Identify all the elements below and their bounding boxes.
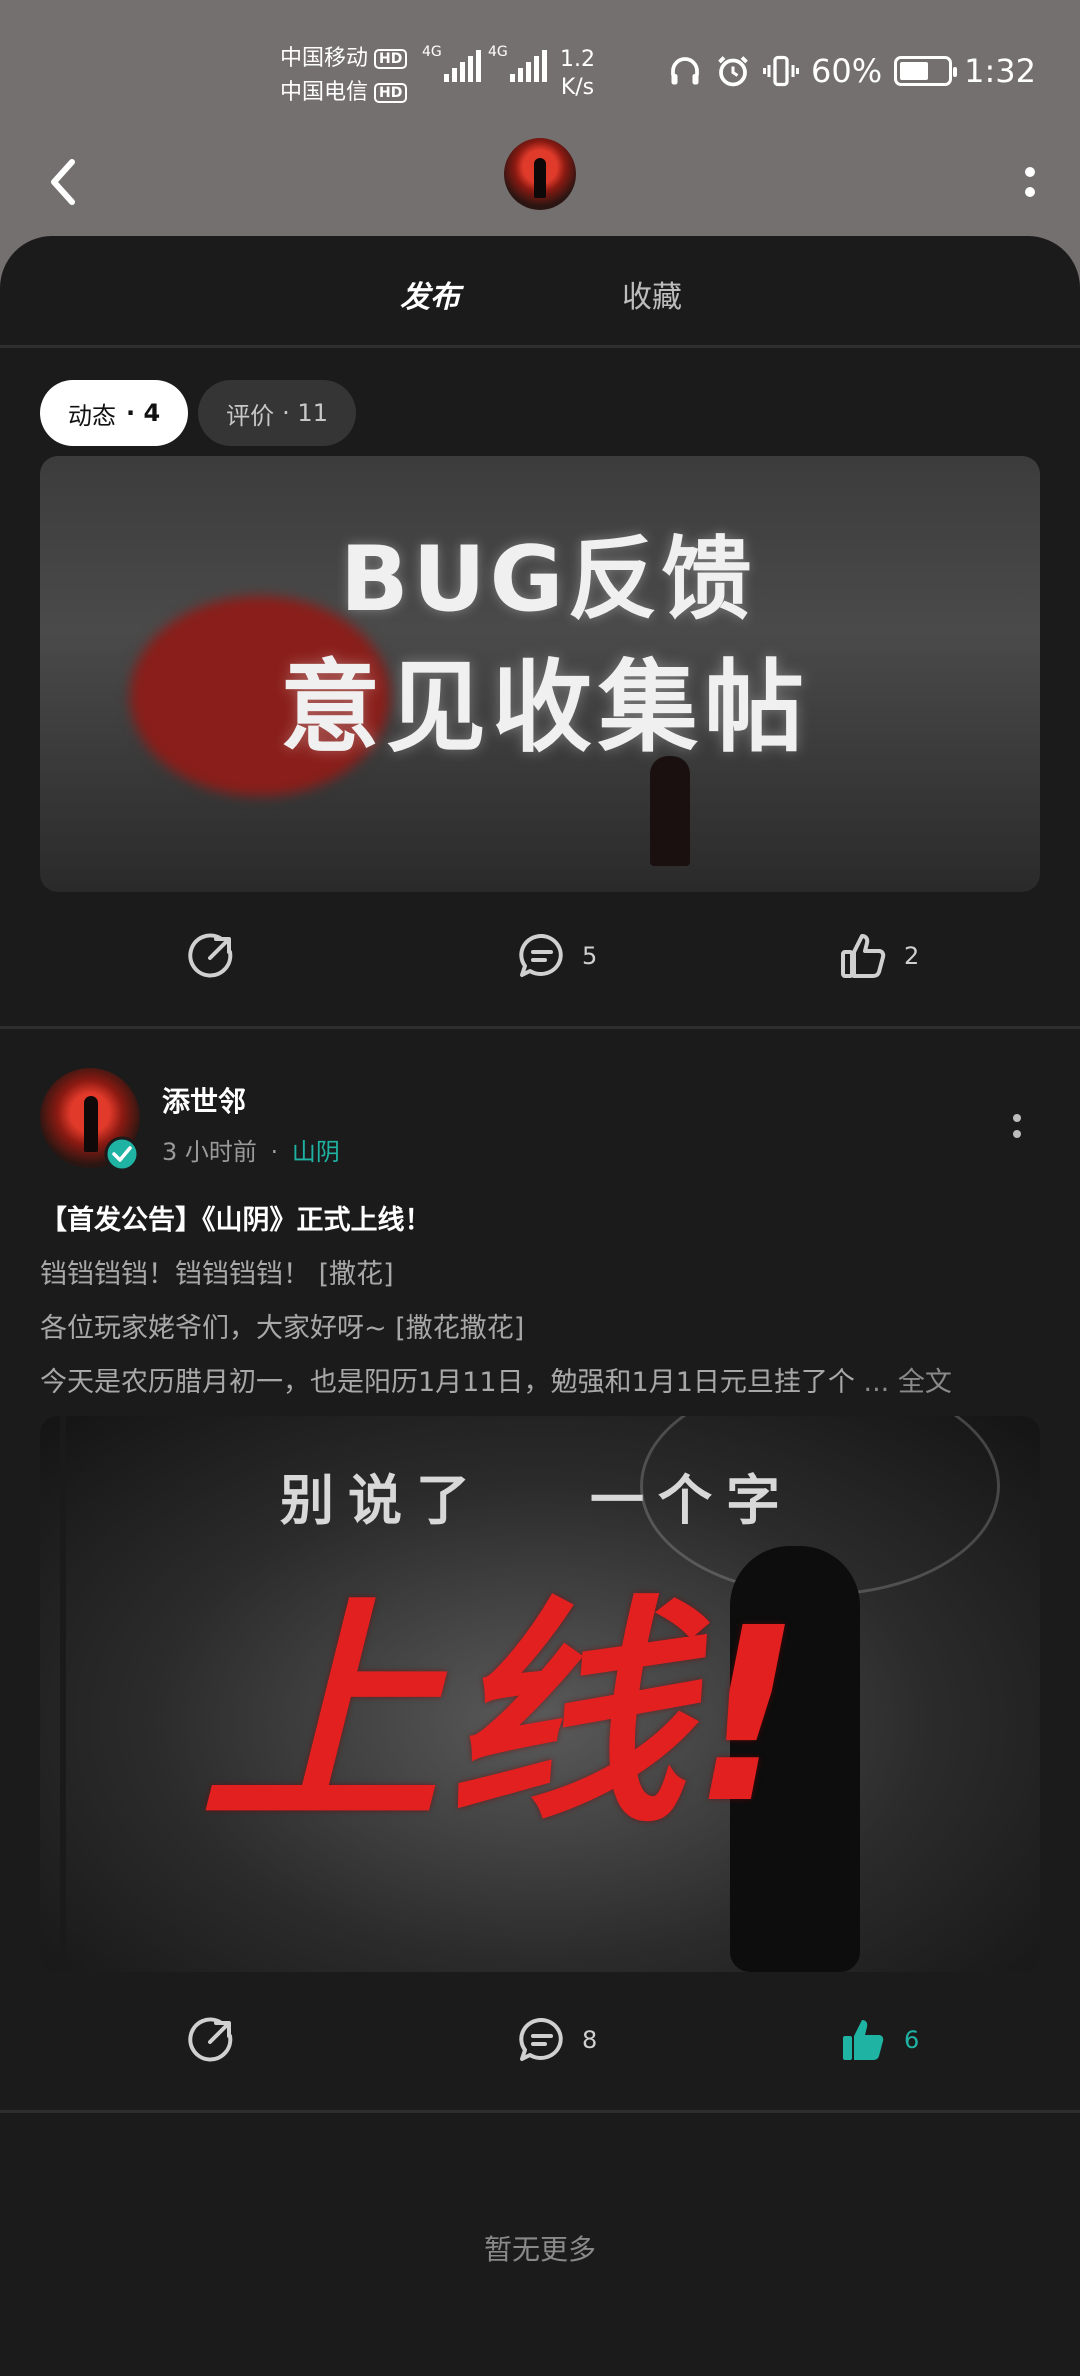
chip-review[interactable]: 评价 · 11 [198, 380, 356, 446]
post-title[interactable]: 【首发公告】《山阴》正式上线！ [40, 1198, 432, 1237]
network-label: 4G [422, 44, 442, 60]
banner-text-a: 别说了 [280, 1469, 484, 1532]
thumbs-up-filled-icon [843, 2020, 884, 2060]
verified-icon [104, 1136, 140, 1172]
speed-unit: K/s [560, 75, 595, 100]
battery-fill [900, 62, 928, 80]
divider [0, 2110, 1080, 2113]
filter-chips: 动态 · 4 评价 · 11 [40, 380, 356, 446]
chip-review-count: · 11 [282, 399, 328, 427]
post2-actions: 8 6 [0, 1998, 1080, 2088]
post1-actions: 5 2 [0, 914, 1080, 1004]
comment-icon [519, 933, 563, 977]
share-icon [188, 2017, 233, 2062]
comment-icon [519, 2017, 563, 2061]
hd-badge: HD [374, 83, 408, 103]
signal-icon: 4G [422, 44, 481, 82]
share-icon [188, 933, 233, 978]
comment-button[interactable]: 8 [516, 2014, 597, 2066]
comment-count: 8 [582, 2026, 598, 2054]
tab-publish[interactable]: 发布 [388, 272, 472, 316]
carrier-1: 中国移动 [280, 46, 369, 71]
divider [0, 1026, 1080, 1029]
content-panel: 发布 收藏 动态 · 4 评价 · 11 BUG反馈 意见收集帖 5 2 添世邻… [0, 236, 1080, 2376]
no-more-text: 暂无更多 [483, 2233, 596, 2266]
tab-publish-label: 发布 [400, 280, 460, 315]
read-full-link[interactable]: ... 全文 [863, 1367, 951, 1398]
post-meta: 3 小时前 · 山阴 [162, 1132, 340, 1167]
like-button[interactable]: 6 [838, 2014, 919, 2066]
chip-dynamic-count: · 4 [126, 399, 161, 427]
tab-favorites-label: 收藏 [622, 280, 682, 315]
speed-value: 1.2 [560, 47, 595, 72]
more-options-icon[interactable] [1020, 158, 1040, 208]
network-label: 4G [488, 44, 508, 60]
chip-review-label: 评价 [226, 401, 275, 430]
meta-separator: · [270, 1138, 279, 1166]
banner-title-line1: BUG反馈 [340, 527, 756, 632]
signal-icon: 4G [488, 44, 547, 82]
post-body-line: 各位玩家姥爷们，大家好呀~ [撒花撒花] [40, 1313, 525, 1344]
post-more-icon[interactable] [1010, 1106, 1024, 1146]
thumbs-up-icon [841, 934, 886, 978]
game-tag[interactable]: 山阴 [292, 1138, 340, 1166]
clock: 1:32 [964, 52, 1036, 90]
vibrate-icon [763, 55, 800, 87]
back-icon[interactable] [40, 152, 86, 212]
banner-silhouette [650, 756, 690, 866]
battery-icon [894, 56, 958, 86]
comment-button[interactable]: 5 [516, 930, 597, 982]
banner-tree [60, 1416, 66, 1972]
like-count: 6 [904, 2026, 920, 2054]
chip-dynamic-label: 动态 [68, 401, 116, 430]
share-button[interactable] [186, 930, 238, 982]
author-name[interactable]: 添世邻 [162, 1080, 246, 1120]
chip-dynamic[interactable]: 动态 · 4 [40, 380, 189, 446]
headphones-icon [671, 57, 699, 85]
bug-feedback-banner[interactable]: BUG反馈 意见收集帖 [40, 456, 1040, 892]
post-time: 3 小时前 [162, 1138, 257, 1166]
post-body-text: 今天是农历腊月初一，也是阳历1月11日，勉强和1月1日元旦挂了个 [40, 1367, 855, 1398]
alarm-icon [718, 56, 748, 87]
tab-favorites[interactable]: 收藏 [622, 272, 682, 316]
carrier-2: 中国电信 [280, 80, 369, 105]
banner-text-big: 上线! [200, 1576, 808, 1856]
launch-banner[interactable]: 别说了 一个字 上线! [40, 1416, 1040, 1972]
tab-bar: 发布 收藏 [0, 236, 1080, 348]
profile-avatar[interactable] [504, 138, 576, 210]
post-body-line: 铛铛铛铛！铛铛铛铛！ [撒花] [40, 1259, 394, 1290]
hd-badge: HD [374, 49, 408, 69]
banner-title-line2: 意见收集帖 [280, 649, 810, 766]
like-count: 2 [904, 942, 920, 970]
status-right: 60% 1:32 [667, 52, 1036, 90]
status-bar: 中国移动 HD 中国电信 HD 4G 4G 1.2 K/s 60% 1:32 [0, 0, 1080, 140]
banner-text-b: 一个字 [590, 1469, 794, 1532]
share-button[interactable] [186, 2014, 238, 2066]
top-nav [0, 130, 1080, 240]
network-speed: 1.2 K/s [560, 46, 595, 102]
comment-count: 5 [582, 942, 598, 970]
battery-percent: 60% [811, 52, 883, 90]
post-body-line: 今天是农历腊月初一，也是阳历1月11日，勉强和1月1日元旦挂了个 ... 全文 [40, 1360, 952, 1399]
carrier-info: 中国移动 HD 中国电信 HD [280, 42, 408, 110]
like-button[interactable]: 2 [838, 930, 919, 982]
